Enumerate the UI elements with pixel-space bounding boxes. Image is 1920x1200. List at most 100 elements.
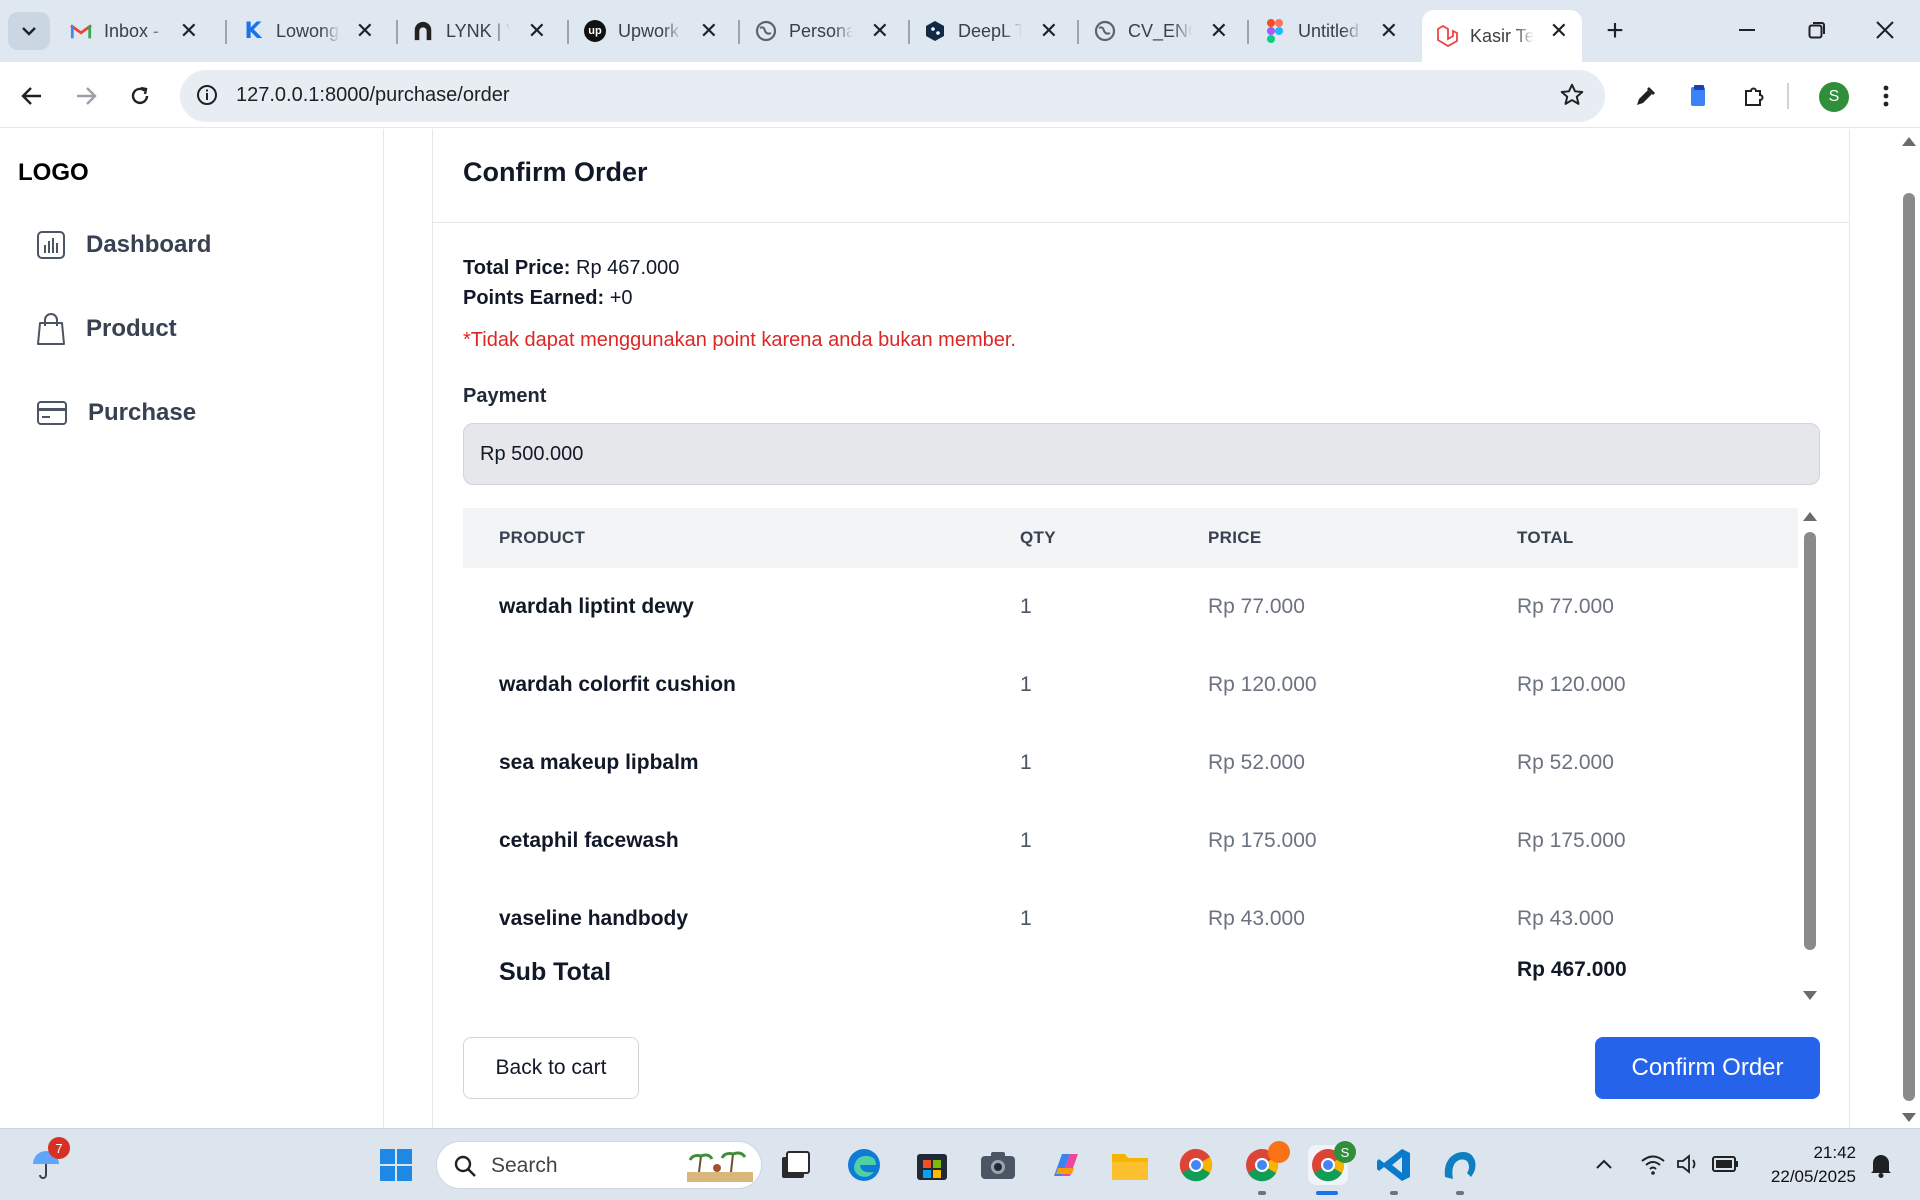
puzzle-icon: [1745, 87, 1764, 106]
back-to-cart-button[interactable]: Back to cart: [463, 1037, 639, 1099]
tab-lowongan[interactable]: K Lowong ✕: [228, 10, 388, 52]
deepl-icon: [924, 20, 946, 42]
tab-deepl[interactable]: DeepL T ✕: [910, 10, 1072, 52]
points-earned-label: Points Earned:: [463, 287, 605, 309]
tab-kasir-active[interactable]: Kasir Te ✕: [1422, 10, 1582, 62]
close-tab-icon[interactable]: ✕: [528, 19, 546, 43]
start-button[interactable]: [376, 1145, 416, 1185]
close-tab-icon[interactable]: ✕: [1380, 19, 1398, 43]
product-name: vaseline handbody: [499, 907, 689, 930]
table-scrollbar[interactable]: [1802, 508, 1818, 1004]
clock-time: 21:42: [1813, 1143, 1856, 1162]
column-header-price: PRICE: [1208, 528, 1262, 547]
edge-app[interactable]: [844, 1145, 884, 1185]
points-earned-row: Points Earned: +0: [463, 287, 633, 310]
order-table-container[interactable]: PRODUCT QTY PRICE TOTAL wardah liptint d…: [463, 508, 1820, 1004]
payment-label: Payment: [463, 385, 547, 407]
system-clock[interactable]: 21:42 22/05/2025: [1752, 1141, 1856, 1189]
tab-lynk[interactable]: LYNK | V ✕: [398, 10, 560, 52]
close-tab-icon[interactable]: ✕: [1040, 19, 1058, 43]
back-button[interactable]: [12, 76, 52, 116]
bookmark-star-icon[interactable]: [1559, 82, 1585, 113]
lynk-icon: [412, 20, 434, 42]
vscode-app[interactable]: [1374, 1145, 1414, 1185]
reload-button[interactable]: [120, 76, 160, 116]
minimize-button[interactable]: [1722, 10, 1772, 50]
chrome-app[interactable]: [1176, 1145, 1216, 1185]
chart-icon: [37, 231, 65, 259]
tab-gmail[interactable]: Inbox - ✕: [56, 10, 212, 52]
file-explorer-app[interactable]: [1110, 1145, 1150, 1185]
extensions-button[interactable]: [1734, 76, 1774, 116]
product-name: wardah colorfit cushion: [499, 673, 736, 696]
confirm-order-button[interactable]: Confirm Order: [1595, 1037, 1820, 1099]
chrome-profile-app[interactable]: [1242, 1141, 1290, 1185]
product-price: Rp 43.000: [1208, 907, 1305, 930]
sidebar-item-dashboard[interactable]: Dashboard: [36, 225, 211, 265]
close-tab-icon[interactable]: ✕: [356, 19, 374, 43]
scroll-down-arrow-icon[interactable]: [1902, 1113, 1916, 1122]
tab-figma[interactable]: Untitled ✕: [1250, 10, 1412, 52]
store-app[interactable]: [912, 1145, 952, 1185]
notification-center-button[interactable]: [1866, 1151, 1896, 1179]
chevron-down-icon: [22, 27, 36, 36]
task-view-button[interactable]: [776, 1145, 816, 1185]
eyedropper-icon: [1637, 87, 1655, 105]
app-active-indicator: [1316, 1191, 1338, 1195]
order-table: PRODUCT QTY PRICE TOTAL wardah liptint d…: [463, 508, 1798, 987]
page-title: Confirm Order: [463, 157, 648, 187]
clipboard-extension-button[interactable]: [1678, 76, 1718, 116]
tab-upwork[interactable]: up Upwork ✕: [570, 10, 732, 52]
payment-input[interactable]: [463, 423, 1820, 485]
page-scrollbar[interactable]: [1898, 129, 1920, 1128]
copilot-app[interactable]: [1046, 1145, 1086, 1185]
restore-button[interactable]: [1792, 10, 1842, 50]
profile-avatar[interactable]: S: [1819, 82, 1849, 112]
browser-menu-button[interactable]: [1866, 76, 1906, 116]
scroll-up-arrow-icon[interactable]: [1803, 512, 1817, 521]
url-text[interactable]: 127.0.0.1:8000/purchase/order: [236, 84, 510, 107]
show-hidden-icons-button[interactable]: [1592, 1151, 1616, 1177]
forward-button[interactable]: [66, 76, 106, 116]
battery-status[interactable]: [1710, 1151, 1742, 1177]
eyedropper-extension-button[interactable]: [1626, 76, 1666, 116]
sidebar-item-product[interactable]: Product: [36, 309, 177, 349]
scroll-down-arrow-icon[interactable]: [1803, 991, 1817, 1000]
column-header-qty: QTY: [1020, 528, 1056, 547]
close-tab-icon[interactable]: ✕: [180, 19, 198, 43]
close-tab-icon[interactable]: ✕: [1210, 19, 1228, 43]
scrollbar-thumb[interactable]: [1903, 193, 1915, 1101]
tab-cv[interactable]: CV_ENG ✕: [1080, 10, 1242, 52]
taskbar-search[interactable]: Search: [436, 1141, 762, 1189]
empty-cell: [1208, 958, 1517, 987]
weather-widget[interactable]: 7: [26, 1137, 70, 1185]
wifi-status[interactable]: [1638, 1151, 1668, 1177]
confirm-order-card: Confirm Order Total Price: Rp 467.000 Po…: [432, 129, 1850, 1128]
close-tab-icon[interactable]: ✕: [871, 19, 889, 43]
table-row: cetaphil facewash 1 Rp 175.000 Rp 175.00…: [463, 802, 1798, 880]
camera-app[interactable]: [978, 1145, 1018, 1185]
tab-personal[interactable]: Persona ✕: [741, 10, 903, 52]
kebab-menu-icon: [1883, 85, 1889, 107]
empty-cell: [1020, 958, 1208, 987]
clock-date: 22/05/2025: [1770, 1167, 1856, 1186]
tab-title: Persona: [789, 20, 853, 41]
new-tab-button[interactable]: +: [1600, 14, 1630, 48]
restore-icon: [1808, 22, 1825, 39]
sidebar-item-purchase[interactable]: Purchase: [36, 393, 196, 433]
close-tab-icon[interactable]: ✕: [700, 19, 718, 43]
tab-search-button[interactable]: [8, 12, 50, 50]
arrow-left-icon: [21, 87, 41, 105]
scroll-up-arrow-icon[interactable]: [1902, 137, 1916, 146]
chrome-active-app[interactable]: S: [1308, 1141, 1356, 1185]
mysql-workbench-app[interactable]: [1440, 1145, 1480, 1185]
sidebar-item-label: Product: [86, 315, 177, 342]
close-window-button[interactable]: [1860, 10, 1910, 50]
address-bar[interactable]: 127.0.0.1:8000/purchase/order: [180, 70, 1605, 122]
column-header-total: TOTAL: [1517, 528, 1574, 547]
close-tab-icon[interactable]: ✕: [1550, 19, 1568, 43]
volume-control[interactable]: [1674, 1151, 1704, 1177]
scrollbar-thumb[interactable]: [1804, 532, 1816, 950]
site-info-icon[interactable]: [196, 84, 218, 111]
subtotal-value: Rp 467.000: [1517, 958, 1627, 981]
